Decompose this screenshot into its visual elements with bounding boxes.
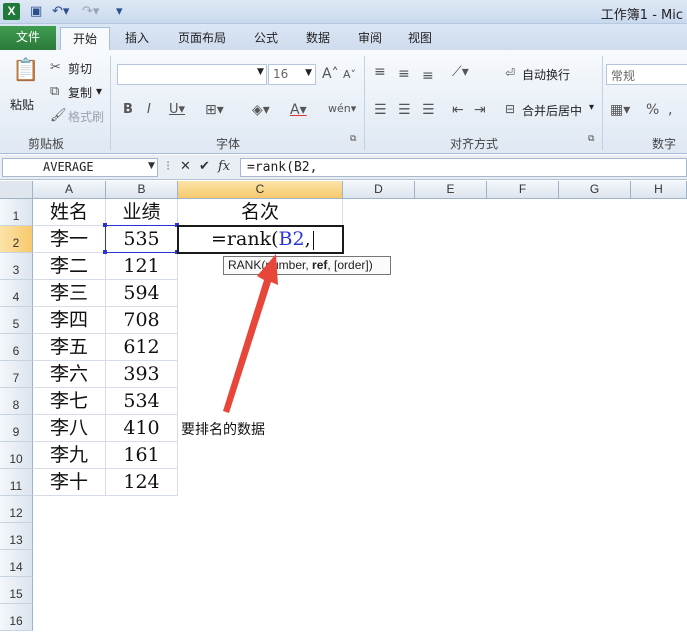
- red-arrow-shape: [223, 254, 278, 413]
- annotation-label: 要排名的数据: [181, 422, 265, 438]
- annotation-arrow: [223, 254, 278, 413]
